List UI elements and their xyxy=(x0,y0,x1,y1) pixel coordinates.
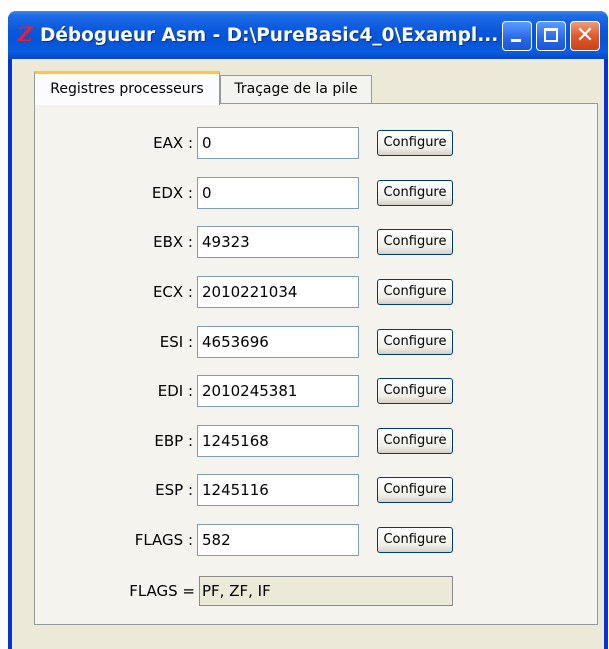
esp-input[interactable]: 1245116 xyxy=(197,474,359,506)
register-row-esi: ESI : 4653696 Configure xyxy=(35,326,595,358)
minimize-icon xyxy=(511,39,521,42)
flags-summary-row: FLAGS = PF, ZF, IF xyxy=(35,576,595,608)
edx-input[interactable]: 0 xyxy=(197,177,359,209)
register-row-edx: EDX : 0 Configure xyxy=(35,177,595,209)
registers-panel: EAX : 0 Configure EDX : 0 Configure EBX … xyxy=(34,103,598,625)
edi-input[interactable]: 2010245381 xyxy=(197,375,359,407)
esi-input[interactable]: 4653696 xyxy=(197,326,359,358)
register-row-edi: EDI : 2010245381 Configure xyxy=(35,375,595,407)
tab-registres-processeurs[interactable]: Registres processeurs xyxy=(34,71,220,105)
maximize-icon xyxy=(544,28,558,42)
flags-input[interactable]: 582 xyxy=(197,524,359,556)
configure-button[interactable]: Configure xyxy=(377,527,453,553)
configure-button[interactable]: Configure xyxy=(377,130,453,156)
flags-summary-value: PF, ZF, IF xyxy=(199,576,453,606)
maximize-button[interactable] xyxy=(536,21,566,51)
title-bar[interactable]: Z Débogueur Asm - D:\PureBasic4_0\Exampl… xyxy=(8,11,608,59)
register-row-eax: EAX : 0 Configure xyxy=(35,127,595,159)
configure-button[interactable]: Configure xyxy=(377,229,453,255)
close-icon: ✕ xyxy=(575,23,595,48)
register-row-ebp: EBP : 1245168 Configure xyxy=(35,425,595,457)
configure-button[interactable]: Configure xyxy=(377,477,453,503)
close-button[interactable]: ✕ xyxy=(570,21,600,51)
register-label: EBP : xyxy=(154,432,193,450)
window-client-area: Registres processeurs Traçage de la pile… xyxy=(12,59,604,649)
ebp-input[interactable]: 1245168 xyxy=(197,425,359,457)
register-label: ECX : xyxy=(152,283,193,301)
configure-button[interactable]: Configure xyxy=(377,279,453,305)
register-row-flags: FLAGS : 582 Configure xyxy=(35,524,595,556)
configure-button[interactable]: Configure xyxy=(377,428,453,454)
register-label: ESI : xyxy=(159,333,193,351)
register-row-esp: ESP : 1245116 Configure xyxy=(35,474,595,506)
configure-button[interactable]: Configure xyxy=(377,378,453,404)
register-label: EAX : xyxy=(153,134,193,152)
flags-summary-label: FLAGS = xyxy=(129,582,195,600)
debugger-window: Z Débogueur Asm - D:\PureBasic4_0\Exampl… xyxy=(8,11,608,649)
register-label: EDI : xyxy=(157,382,193,400)
app-icon: Z xyxy=(18,22,33,46)
configure-button[interactable]: Configure xyxy=(377,329,453,355)
configure-button[interactable]: Configure xyxy=(377,180,453,206)
register-label: ESP : xyxy=(155,481,193,499)
register-label: EDX : xyxy=(151,184,193,202)
minimize-button[interactable] xyxy=(502,21,532,51)
ecx-input[interactable]: 2010221034 xyxy=(197,276,359,308)
ebx-input[interactable]: 49323 xyxy=(197,226,359,258)
tab-tracage-de-la-pile[interactable]: Traçage de la pile xyxy=(220,75,372,103)
register-row-ecx: ECX : 2010221034 Configure xyxy=(35,276,595,308)
window-title: Débogueur Asm - D:\PureBasic4_0\Exampl..… xyxy=(40,25,499,46)
eax-input[interactable]: 0 xyxy=(197,127,359,159)
register-label: FLAGS : xyxy=(134,531,193,549)
register-row-ebx: EBX : 49323 Configure xyxy=(35,226,595,258)
register-label: EBX : xyxy=(153,233,193,251)
